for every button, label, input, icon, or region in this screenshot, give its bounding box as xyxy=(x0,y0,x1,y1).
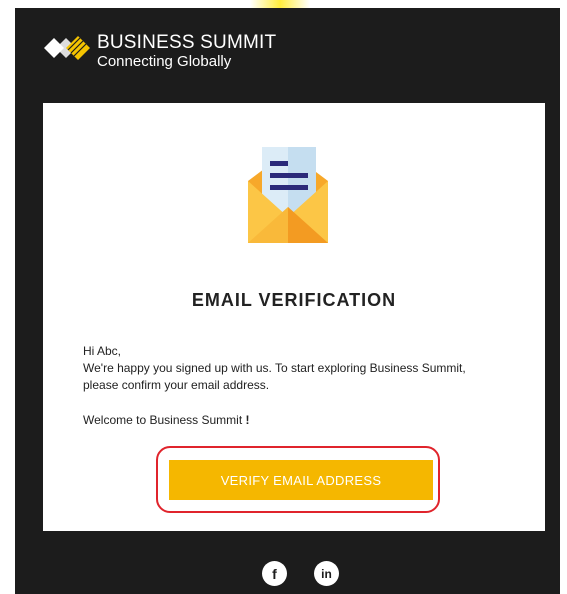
business-summit-logo-icon xyxy=(44,36,90,60)
top-glow xyxy=(250,0,310,8)
verify-email-button[interactable]: VERIFY EMAIL ADDRESS xyxy=(169,460,433,500)
message-text: We're happy you signed up with us. To st… xyxy=(83,361,466,392)
welcome-text: Welcome to Business Summit xyxy=(83,413,243,427)
page-title: EMAIL VERIFICATION xyxy=(191,290,397,310)
message-body: Hi Abc, We're happy you signed up with u… xyxy=(83,343,503,394)
facebook-icon[interactable]: f xyxy=(262,561,287,586)
email-frame: BUSINESS SUMMIT Connecting Globally EMAI… xyxy=(15,8,560,594)
welcome-line: Welcome to Business Summit ! xyxy=(83,413,250,427)
welcome-mark: ! xyxy=(245,413,250,427)
brand-tagline: Connecting Globally xyxy=(97,53,232,70)
verification-card: EMAIL VERIFICATION Hi Abc, We're happy y… xyxy=(43,103,545,531)
open-envelope-icon xyxy=(248,147,328,243)
brand-name: BUSINESS SUMMIT xyxy=(97,32,277,53)
email-header: BUSINESS SUMMIT Connecting Globally xyxy=(15,8,560,103)
greeting-text: Hi Abc, xyxy=(83,344,122,358)
linkedin-icon[interactable]: in xyxy=(314,561,339,586)
